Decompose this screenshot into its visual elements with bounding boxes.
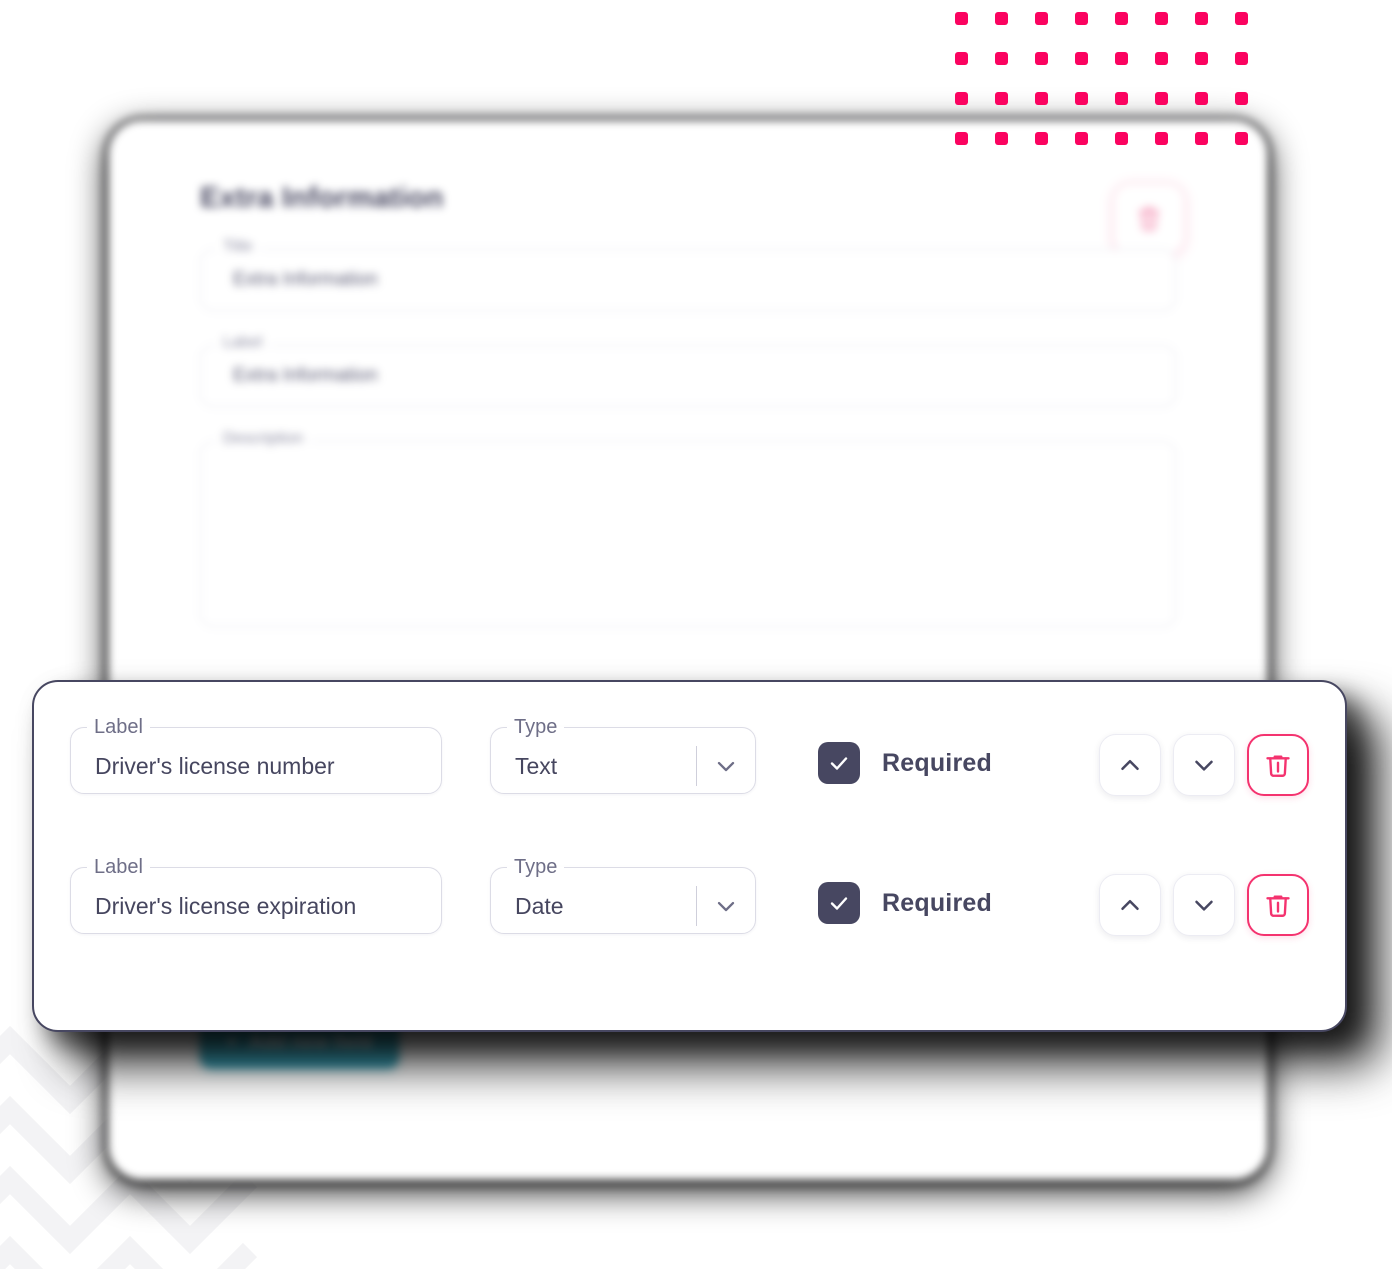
panel-field-label-value: Extra Information — [233, 365, 378, 386]
chevron-up-icon — [1121, 760, 1139, 770]
grid-dot — [995, 92, 1008, 105]
grid-dot — [955, 92, 968, 105]
move-down-button[interactable] — [1173, 874, 1235, 936]
grid-dot — [1035, 92, 1048, 105]
panel-field-label-legend: Label — [216, 334, 270, 352]
panel-field-title-legend: Title — [216, 238, 260, 256]
field-type-value[interactable]: Text — [491, 753, 696, 780]
grid-dot — [1115, 92, 1128, 105]
move-up-button[interactable] — [1099, 734, 1161, 796]
add-new-field-label: Add new field — [249, 1031, 373, 1052]
field-type-value[interactable]: Date — [491, 893, 696, 920]
panel-title: Extra Information — [200, 182, 444, 214]
grid-dot — [1075, 12, 1088, 25]
grid-dot — [955, 12, 968, 25]
field-type-legend: Type — [514, 856, 558, 878]
required-checkbox[interactable] — [818, 742, 860, 784]
required-label: Required — [882, 748, 992, 777]
field-type-select-group[interactable]: Type Text — [490, 716, 756, 794]
panel-field-description-legend: Description — [216, 430, 311, 448]
grid-dot — [1195, 52, 1208, 65]
panel-field-title-value: Extra Information — [233, 269, 378, 290]
field-type-dropdown-toggle[interactable] — [697, 752, 755, 780]
field-label-input[interactable]: Driver's license expiration — [71, 893, 441, 920]
grid-dot — [1235, 52, 1248, 65]
field-label-input-group[interactable]: Label Driver's license number — [70, 716, 442, 794]
trash-icon — [1138, 207, 1160, 231]
field-type-select-group[interactable]: Type Date — [490, 856, 756, 934]
grid-dot — [995, 52, 1008, 65]
field-label-legend: Label — [94, 716, 143, 738]
grid-dot — [1035, 12, 1048, 25]
field-editor-row: Label Driver's license number Type Text — [70, 716, 1309, 856]
move-up-button[interactable] — [1099, 874, 1161, 936]
grid-dot — [1155, 12, 1168, 25]
plus-icon: + — [226, 1031, 238, 1052]
chevron-down-icon — [1195, 900, 1213, 911]
delete-field-button[interactable] — [1247, 874, 1309, 936]
move-down-button[interactable] — [1173, 734, 1235, 796]
grid-dot — [1195, 92, 1208, 105]
chevron-up-icon — [1121, 900, 1139, 910]
trash-icon — [1266, 755, 1290, 777]
field-label-input-group[interactable]: Label Driver's license expiration — [70, 856, 442, 934]
field-label-input[interactable]: Driver's license number — [71, 753, 441, 780]
panel-field-label[interactable]: Label Extra Information — [200, 334, 1176, 407]
grid-dot — [1075, 92, 1088, 105]
required-label: Required — [882, 888, 992, 917]
required-checkbox[interactable] — [818, 882, 860, 924]
grid-dot — [1195, 12, 1208, 25]
grid-dot — [1235, 92, 1248, 105]
grid-dot — [1115, 12, 1128, 25]
required-checkbox-group[interactable]: Required — [818, 882, 992, 924]
row-actions — [1099, 734, 1309, 796]
row-actions — [1099, 874, 1309, 936]
chevron-down-icon — [717, 761, 735, 772]
grid-dot — [1075, 52, 1088, 65]
chevron-down-icon — [1195, 760, 1213, 771]
check-icon — [830, 757, 848, 770]
field-type-dropdown-toggle[interactable] — [697, 892, 755, 920]
chevron-down-icon — [717, 901, 735, 912]
panel-field-description[interactable]: Description — [200, 430, 1176, 627]
grid-dot — [1235, 12, 1248, 25]
panel-delete-button[interactable] — [1112, 182, 1186, 256]
grid-dot — [1035, 52, 1048, 65]
field-label-legend: Label — [94, 856, 143, 878]
check-icon — [830, 897, 848, 910]
delete-field-button[interactable] — [1247, 734, 1309, 796]
panel-field-title[interactable]: Title Extra Information — [200, 238, 1176, 311]
grid-dot — [995, 12, 1008, 25]
field-editor-card: Label Driver's license number Type Text — [32, 680, 1347, 1032]
required-checkbox-group[interactable]: Required — [818, 742, 992, 784]
grid-dot — [955, 52, 968, 65]
field-type-legend: Type — [514, 716, 558, 738]
screenshot-stage: Extra Information Title Extra Informatio… — [0, 0, 1392, 1269]
grid-dot — [1115, 52, 1128, 65]
field-editor-row: Label Driver's license expiration Type D… — [70, 856, 1309, 996]
grid-dot — [1155, 92, 1168, 105]
trash-icon — [1266, 895, 1290, 917]
grid-dot — [1155, 52, 1168, 65]
